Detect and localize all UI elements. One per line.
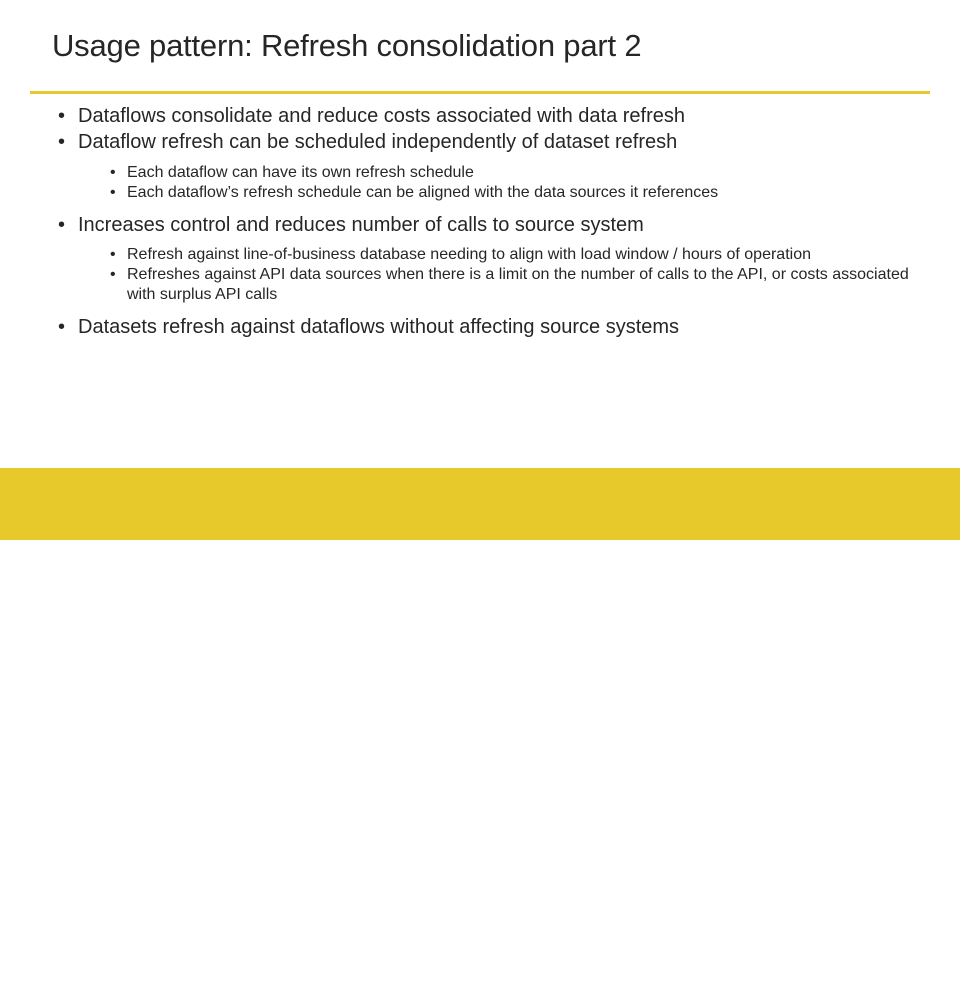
sub-bullet-item: • Each dataflow can have its own refresh…	[30, 163, 930, 183]
bullet-text: Increases control and reduces number of …	[78, 213, 644, 236]
bullet-item: • Dataflows consolidate and reduce costs…	[30, 104, 930, 128]
logo-square-top-left	[26, 950, 46, 970]
page-title: Usage pattern: Refresh consolidation par…	[52, 28, 642, 63]
bullet-glyph: •	[110, 183, 116, 201]
sub-bullet-text: Refreshes against API data sources when …	[127, 266, 909, 304]
footer-bar: Microsoft Power BI CAT	[0, 468, 960, 996]
bullet-text: Datasets refresh against dataflows witho…	[78, 316, 680, 339]
slide-body: • Dataflows consolidate and reduce costs…	[30, 104, 930, 454]
bullet-item: • Dataflow refresh can be scheduled inde…	[30, 130, 930, 154]
logo-square-top-right	[50, 950, 70, 970]
bar-chart-icon	[834, 957, 868, 987]
sub-bullet-text: Each dataflow’s refresh schedule can be …	[127, 183, 719, 201]
sub-bullet-item: • Refreshes against API data sources whe…	[30, 265, 930, 305]
logo-square-bottom-left	[26, 974, 46, 994]
power-bi-wordmark: Power BI	[252, 952, 372, 985]
bullet-glyph: •	[58, 105, 66, 127]
sub-bullet-text: Each dataflow can have its own refresh s…	[127, 163, 474, 181]
bullet-item: • Increases control and reduces number o…	[30, 213, 930, 237]
footer-divider	[231, 948, 232, 996]
bullet-glyph: •	[58, 131, 66, 154]
slide: Usage pattern: Refresh consolidation par…	[0, 0, 960, 996]
bullet-glyph: •	[110, 246, 116, 264]
bullet-text: Dataflow refresh can be scheduled indepe…	[78, 131, 678, 154]
bullet-item: • Datasets refresh against dataflows wit…	[30, 315, 930, 339]
logo-square-bottom-right	[50, 974, 70, 994]
cat-wordmark: CAT	[870, 953, 934, 991]
bullet-glyph: •	[110, 266, 116, 284]
bullet-glyph: •	[110, 163, 116, 181]
microsoft-wordmark: Microsoft	[80, 952, 199, 985]
bullet-glyph: •	[58, 213, 66, 236]
sub-bullet-text: Refresh against line-of-business databas…	[127, 246, 811, 264]
sub-bullet-item: • Each dataflow’s refresh schedule can b…	[30, 183, 930, 203]
sub-bullet-item: • Refresh against line-of-business datab…	[30, 245, 930, 265]
bullet-text: Dataflows consolidate and reduce costs a…	[78, 105, 686, 127]
title-underline-rule	[30, 91, 930, 94]
bullet-glyph: •	[58, 316, 66, 339]
microsoft-logo-icon	[26, 950, 70, 994]
cat-branding: CAT	[834, 948, 934, 996]
